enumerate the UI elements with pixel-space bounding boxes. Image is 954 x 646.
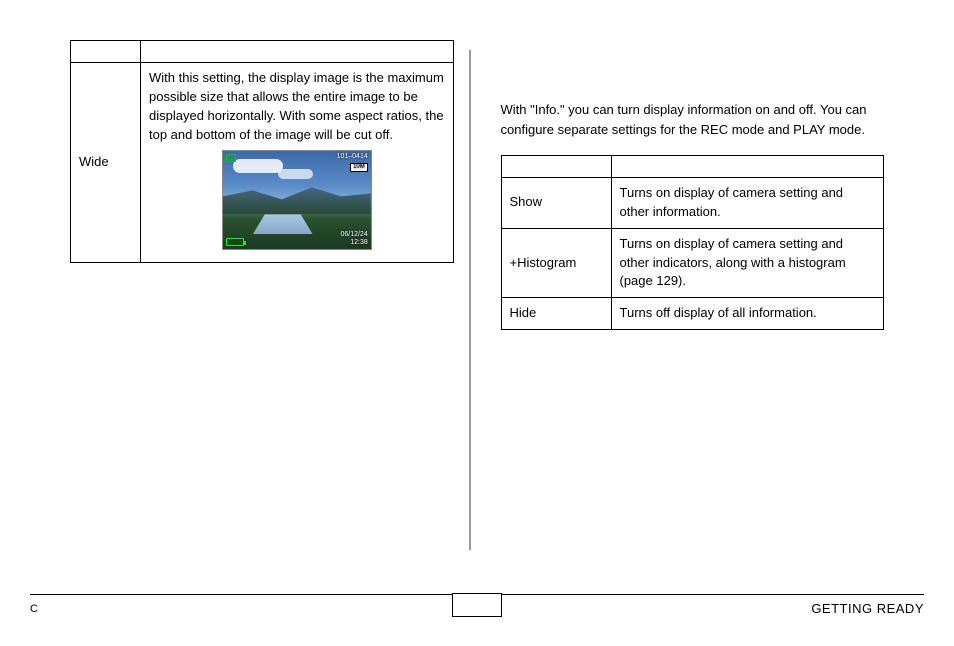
option-desc: Turns off display of all information. (611, 298, 884, 330)
thumbnail-time: 12:38 (350, 239, 368, 246)
header-cell (141, 41, 454, 63)
setting-label-cell: Wide (71, 63, 141, 263)
water-graphic (253, 214, 313, 234)
thumbnail-top-overlay: 101–0414 10M (337, 153, 368, 172)
header-cell (71, 41, 141, 63)
thumbnail-date: 06/12/24 (341, 231, 368, 238)
left-column: Wide With this setting, the display imag… (30, 40, 469, 560)
header-cell (501, 156, 611, 178)
info-intro-text: With "Info." you can turn display inform… (501, 100, 885, 139)
table-row: +Histogram Turns on display of camera se… (501, 228, 884, 298)
thumbnail-bottom-overlay: 06/12/24 12:38 (341, 231, 368, 248)
page-number-box (452, 593, 502, 617)
thumbnail-container: 101–0414 10M 06/12/24 12:38 (149, 150, 445, 256)
header-cell (611, 156, 884, 178)
play-icon (226, 154, 236, 162)
battery-icon (226, 238, 244, 246)
section-title: GETTING READY (811, 601, 924, 616)
table-header-row (501, 156, 884, 178)
table-row: Hide Turns off display of all informatio… (501, 298, 884, 330)
page-content: Wide With this setting, the display imag… (0, 0, 954, 560)
right-column: With "Info." you can turn display inform… (471, 40, 925, 560)
footer-left: C (30, 603, 38, 615)
camera-display-thumbnail: 101–0414 10M 06/12/24 12:38 (222, 150, 372, 250)
table-row: Wide With this setting, the display imag… (71, 63, 454, 263)
size-badge: 10M (350, 163, 368, 172)
cloud-graphic (233, 159, 283, 173)
wide-setting-table: Wide With this setting, the display imag… (70, 40, 454, 263)
page-footer: C GETTING READY (30, 594, 924, 616)
option-label: Hide (501, 298, 611, 330)
option-label: +Histogram (501, 228, 611, 298)
setting-description: With this setting, the display image is … (149, 69, 445, 144)
option-desc: Turns on display of camera setting and o… (611, 228, 884, 298)
file-number: 101–0414 (337, 153, 368, 160)
mountain-graphic (223, 184, 371, 214)
option-desc: Turns on display of camera setting and o… (611, 178, 884, 229)
info-settings-table: Show Turns on display of camera setting … (501, 155, 885, 330)
cloud-graphic (278, 169, 313, 179)
table-header-row (71, 41, 454, 63)
setting-desc-cell: With this setting, the display image is … (141, 63, 454, 263)
table-row: Show Turns on display of camera setting … (501, 178, 884, 229)
option-label: Show (501, 178, 611, 229)
